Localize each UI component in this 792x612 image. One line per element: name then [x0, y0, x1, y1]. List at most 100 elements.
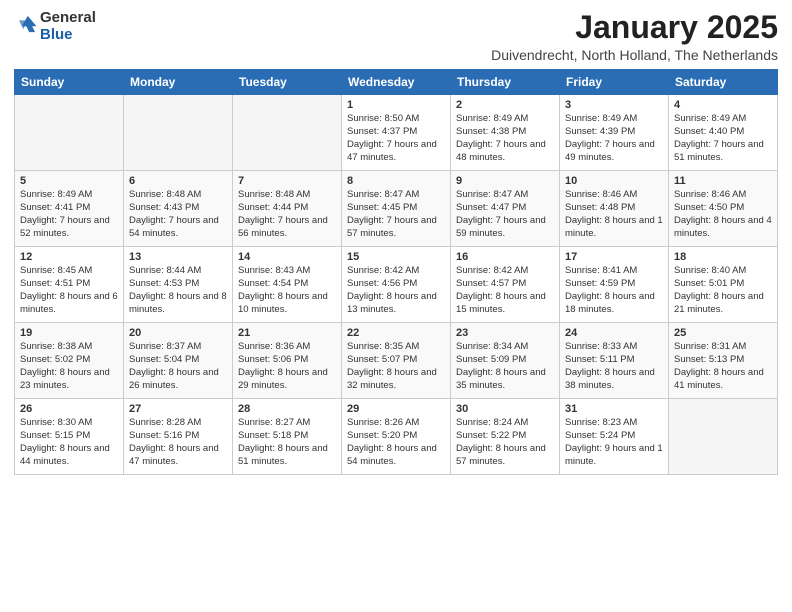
weekday-header-saturday: Saturday — [669, 70, 778, 95]
calendar-cell: 23 Sunrise: 8:34 AM Sunset: 5:09 PM Dayli… — [451, 323, 560, 399]
calendar-week-row-4: 19 Sunrise: 8:38 AM Sunset: 5:02 PM Dayli… — [15, 323, 778, 399]
day-info: Sunrise: 8:47 AM Sunset: 4:47 PM Dayligh… — [456, 189, 554, 240]
day-number: 11 — [674, 175, 772, 187]
calendar-cell: 15 Sunrise: 8:42 AM Sunset: 4:56 PM Dayli… — [342, 247, 451, 323]
day-info: Sunrise: 8:28 AM Sunset: 5:16 PM Dayligh… — [129, 417, 227, 468]
day-number: 2 — [456, 99, 554, 111]
weekday-header-monday: Monday — [124, 70, 233, 95]
weekday-header-row: SundayMondayTuesdayWednesdayThursdayFrid… — [15, 70, 778, 95]
day-number: 19 — [20, 327, 118, 339]
day-number: 21 — [238, 327, 336, 339]
day-number: 12 — [20, 251, 118, 263]
day-info: Sunrise: 8:34 AM Sunset: 5:09 PM Dayligh… — [456, 341, 554, 392]
day-info: Sunrise: 8:46 AM Sunset: 4:50 PM Dayligh… — [674, 189, 772, 240]
day-info: Sunrise: 8:38 AM Sunset: 5:02 PM Dayligh… — [20, 341, 118, 392]
calendar-cell — [669, 399, 778, 475]
day-info: Sunrise: 8:30 AM Sunset: 5:15 PM Dayligh… — [20, 417, 118, 468]
day-info: Sunrise: 8:36 AM Sunset: 5:06 PM Dayligh… — [238, 341, 336, 392]
day-number: 16 — [456, 251, 554, 263]
day-number: 27 — [129, 403, 227, 415]
logo-general-text: General — [40, 9, 96, 26]
weekday-header-tuesday: Tuesday — [233, 70, 342, 95]
weekday-header-friday: Friday — [560, 70, 669, 95]
month-title: January 2025 — [491, 10, 778, 45]
day-info: Sunrise: 8:44 AM Sunset: 4:53 PM Dayligh… — [129, 265, 227, 316]
weekday-header-wednesday: Wednesday — [342, 70, 451, 95]
weekday-header-thursday: Thursday — [451, 70, 560, 95]
title-block: January 2025 Duivendrecht, North Holland… — [491, 10, 778, 63]
day-info: Sunrise: 8:33 AM Sunset: 5:11 PM Dayligh… — [565, 341, 663, 392]
day-info: Sunrise: 8:49 AM Sunset: 4:39 PM Dayligh… — [565, 113, 663, 164]
calendar-week-row-2: 5 Sunrise: 8:49 AM Sunset: 4:41 PM Daylig… — [15, 171, 778, 247]
calendar-cell: 4Sunrise: 8:49 AM Sunset: 4:40 PM Daylig… — [669, 95, 778, 171]
day-info: Sunrise: 8:48 AM Sunset: 4:44 PM Dayligh… — [238, 189, 336, 240]
logo-blue-text: Blue — [40, 26, 73, 43]
day-number: 20 — [129, 327, 227, 339]
calendar-cell: 25 Sunrise: 8:31 AM Sunset: 5:13 PM Dayli… — [669, 323, 778, 399]
day-number: 8 — [347, 175, 445, 187]
calendar-cell: 3 Sunrise: 8:49 AM Sunset: 4:39 PM Daylig… — [560, 95, 669, 171]
day-info: Sunrise: 8:43 AM Sunset: 4:54 PM Dayligh… — [238, 265, 336, 316]
header: General Blue January 2025 Duivendrecht, … — [14, 10, 778, 63]
day-number: 13 — [129, 251, 227, 263]
day-number: 30 — [456, 403, 554, 415]
day-number: 28 — [238, 403, 336, 415]
calendar-cell: 20 Sunrise: 8:37 AM Sunset: 5:04 PM Dayli… — [124, 323, 233, 399]
calendar-cell — [15, 95, 124, 171]
day-info: Sunrise: 8:35 AM Sunset: 5:07 PM Dayligh… — [347, 341, 445, 392]
calendar-cell: 28 Sunrise: 8:27 AM Sunset: 5:18 PM Dayli… — [233, 399, 342, 475]
day-info: Sunrise: 8:42 AM Sunset: 4:57 PM Dayligh… — [456, 265, 554, 316]
day-number: 5 — [20, 175, 118, 187]
day-info: Sunrise: 8:26 AM Sunset: 5:20 PM Dayligh… — [347, 417, 445, 468]
calendar-cell: 21 Sunrise: 8:36 AM Sunset: 5:06 PM Dayli… — [233, 323, 342, 399]
day-number: 18 — [674, 251, 772, 263]
day-number: 17 — [565, 251, 663, 263]
calendar-cell: 11 Sunrise: 8:46 AM Sunset: 4:50 PM Dayli… — [669, 171, 778, 247]
calendar-cell: 1Sunrise: 8:50 AM Sunset: 4:37 PM Daylig… — [342, 95, 451, 171]
day-info: Sunrise: 8:31 AM Sunset: 5:13 PM Dayligh… — [674, 341, 772, 392]
weekday-header-sunday: Sunday — [15, 70, 124, 95]
day-info: Sunrise: 8:27 AM Sunset: 5:18 PM Dayligh… — [238, 417, 336, 468]
day-number: 25 — [674, 327, 772, 339]
calendar-cell: 8Sunrise: 8:47 AM Sunset: 4:45 PM Daylig… — [342, 171, 451, 247]
calendar-cell: 30 Sunrise: 8:24 AM Sunset: 5:22 PM Dayli… — [451, 399, 560, 475]
day-number: 9 — [456, 175, 554, 187]
calendar-cell: 31 Sunrise: 8:23 AM Sunset: 5:24 PM Dayli… — [560, 399, 669, 475]
page: General Blue January 2025 Duivendrecht, … — [0, 0, 792, 612]
day-info: Sunrise: 8:42 AM Sunset: 4:56 PM Dayligh… — [347, 265, 445, 316]
day-info: Sunrise: 8:37 AM Sunset: 5:04 PM Dayligh… — [129, 341, 227, 392]
calendar-cell: 12 Sunrise: 8:45 AM Sunset: 4:51 PM Dayli… — [15, 247, 124, 323]
calendar-week-row-3: 12 Sunrise: 8:45 AM Sunset: 4:51 PM Dayli… — [15, 247, 778, 323]
day-number: 15 — [347, 251, 445, 263]
calendar-cell: 26 Sunrise: 8:30 AM Sunset: 5:15 PM Dayli… — [15, 399, 124, 475]
day-info: Sunrise: 8:24 AM Sunset: 5:22 PM Dayligh… — [456, 417, 554, 468]
calendar-cell: 10Sunrise: 8:46 AM Sunset: 4:48 PM Dayli… — [560, 171, 669, 247]
calendar-cell: 22 Sunrise: 8:35 AM Sunset: 5:07 PM Dayli… — [342, 323, 451, 399]
day-info: Sunrise: 8:49 AM Sunset: 4:40 PM Dayligh… — [674, 113, 772, 164]
calendar-cell: 2Sunrise: 8:49 AM Sunset: 4:38 PM Daylig… — [451, 95, 560, 171]
calendar-table: SundayMondayTuesdayWednesdayThursdayFrid… — [14, 69, 778, 475]
logo: General Blue — [14, 10, 96, 43]
calendar-cell: 18Sunrise: 8:40 AM Sunset: 5:01 PM Dayli… — [669, 247, 778, 323]
day-number: 31 — [565, 403, 663, 415]
calendar-cell: 24Sunrise: 8:33 AM Sunset: 5:11 PM Dayli… — [560, 323, 669, 399]
day-info: Sunrise: 8:23 AM Sunset: 5:24 PM Dayligh… — [565, 417, 663, 468]
calendar-week-row-1: 1Sunrise: 8:50 AM Sunset: 4:37 PM Daylig… — [15, 95, 778, 171]
calendar-cell — [233, 95, 342, 171]
day-number: 23 — [456, 327, 554, 339]
location-title: Duivendrecht, North Holland, The Netherl… — [491, 47, 778, 63]
day-number: 26 — [20, 403, 118, 415]
day-info: Sunrise: 8:46 AM Sunset: 4:48 PM Dayligh… — [565, 189, 663, 240]
day-info: Sunrise: 8:49 AM Sunset: 4:41 PM Dayligh… — [20, 189, 118, 240]
day-info: Sunrise: 8:41 AM Sunset: 4:59 PM Dayligh… — [565, 265, 663, 316]
day-number: 29 — [347, 403, 445, 415]
day-info: Sunrise: 8:50 AM Sunset: 4:37 PM Dayligh… — [347, 113, 445, 164]
calendar-cell: 13 Sunrise: 8:44 AM Sunset: 4:53 PM Dayli… — [124, 247, 233, 323]
calendar-cell: 29 Sunrise: 8:26 AM Sunset: 5:20 PM Dayli… — [342, 399, 451, 475]
day-number: 3 — [565, 99, 663, 111]
logo-icon — [16, 13, 38, 35]
day-info: Sunrise: 8:45 AM Sunset: 4:51 PM Dayligh… — [20, 265, 118, 316]
day-number: 14 — [238, 251, 336, 263]
day-number: 22 — [347, 327, 445, 339]
calendar-cell: 14 Sunrise: 8:43 AM Sunset: 4:54 PM Dayli… — [233, 247, 342, 323]
